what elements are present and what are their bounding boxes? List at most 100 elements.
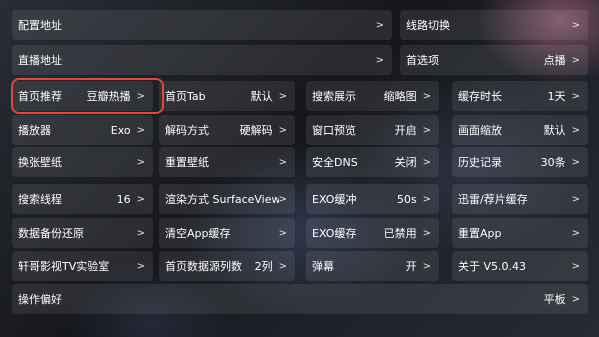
operation-preference-label: 操作偏好 <box>18 293 62 306</box>
chevron-right-icon: > <box>571 19 580 31</box>
chevron-right-icon: > <box>422 156 431 168</box>
window-preview-value: 开启 <box>394 124 417 137</box>
exo-buffer-value: 50s <box>396 192 417 206</box>
change-wallpaper-label: 换张壁纸 <box>18 156 62 169</box>
history-label: 历史记录 <box>458 156 502 169</box>
chevron-right-icon: > <box>136 124 145 136</box>
home-recommend-item[interactable]: 首页推荐 豆瓣热播 > <box>12 81 153 111</box>
decode-mode-item[interactable]: 解码方式 硬解码 > <box>159 115 295 145</box>
live-url-item[interactable]: 直播地址 > <box>12 45 392 75</box>
window-preview-item[interactable]: 窗口预览 开启 > <box>306 115 439 145</box>
line-switch-item[interactable]: 线路切换 > <box>400 10 588 40</box>
danmaku-item[interactable]: 弹幕 开 > <box>306 251 439 281</box>
cache-duration-item[interactable]: 缓存时长 1天 > <box>452 81 588 111</box>
chevron-right-icon: > <box>571 156 580 168</box>
decode-mode-label: 解码方式 <box>165 124 209 137</box>
render-mode-item[interactable]: 渲染方式 SurfaceView > <box>159 184 295 214</box>
source-columns-label: 首页数据源列数 <box>165 260 242 273</box>
history-item[interactable]: 历史记录 30条 > <box>452 147 588 177</box>
chevron-right-icon: > <box>571 293 580 305</box>
player-label: 播放器 <box>18 124 51 137</box>
backup-restore-item[interactable]: 数据备份还原 > <box>12 218 153 248</box>
chevron-right-icon: > <box>571 90 580 102</box>
chevron-right-icon: > <box>136 156 145 168</box>
chevron-right-icon: > <box>571 124 580 136</box>
cache-duration-label: 缓存时长 <box>458 90 502 103</box>
secure-dns-item[interactable]: 安全DNS 关闭 > <box>306 147 439 177</box>
chevron-right-icon: > <box>278 260 287 272</box>
exo-cache-value: 已禁用 <box>383 227 417 240</box>
chevron-right-icon: > <box>571 260 580 272</box>
about-item[interactable]: 关于 V5.0.43 > <box>452 251 588 281</box>
home-tab-value: 默认 <box>250 90 273 103</box>
reset-wallpaper-item[interactable]: 重置壁纸 > <box>159 147 295 177</box>
chevron-right-icon: > <box>422 193 431 205</box>
chevron-right-icon: > <box>375 54 384 66</box>
chevron-right-icon: > <box>422 227 431 239</box>
search-threads-value: 16 <box>116 192 131 206</box>
lab-item[interactable]: 轩哥影视TV实验室 > <box>12 251 153 281</box>
search-display-value: 缩略图 <box>383 90 417 103</box>
chevron-right-icon: > <box>571 193 580 205</box>
chevron-right-icon: > <box>136 90 145 102</box>
clear-cache-item[interactable]: 清空App缓存 > <box>159 218 295 248</box>
source-columns-item[interactable]: 首页数据源列数 2列 > <box>159 251 295 281</box>
live-url-label: 直播地址 <box>18 54 62 67</box>
render-mode-label: 渲染方式 SurfaceView <box>165 193 279 206</box>
operation-preference-value: 平板 <box>543 293 566 306</box>
cache-duration-value: 1天 <box>547 90 566 103</box>
player-value: Exo <box>110 123 131 137</box>
exo-buffer-label: EXO缓冲 <box>312 193 357 206</box>
screen-scale-label: 画面缩放 <box>458 124 502 137</box>
player-item[interactable]: 播放器 Exo > <box>12 115 153 145</box>
config-url-item[interactable]: 配置地址 > <box>12 10 392 40</box>
search-display-label: 搜索展示 <box>312 90 356 103</box>
backup-restore-label: 数据备份还原 <box>18 227 84 240</box>
home-option-label: 首选项 <box>406 54 439 67</box>
chevron-right-icon: > <box>136 227 145 239</box>
decode-mode-value: 硬解码 <box>239 124 273 137</box>
exo-cache-label: EXO缓存 <box>312 227 357 240</box>
home-tab-label: 首页Tab <box>165 90 206 103</box>
chevron-right-icon: > <box>136 260 145 272</box>
change-wallpaper-item[interactable]: 换张壁纸 > <box>12 147 153 177</box>
thunder-cache-label: 迅雷/荐片缓存 <box>458 193 528 206</box>
config-url-label: 配置地址 <box>18 19 62 32</box>
chevron-right-icon: > <box>571 54 580 66</box>
chevron-right-icon: > <box>422 260 431 272</box>
chevron-right-icon: > <box>278 124 287 136</box>
exo-cache-item[interactable]: EXO缓存 已禁用 > <box>306 218 439 248</box>
chevron-right-icon: > <box>422 124 431 136</box>
thunder-cache-item[interactable]: 迅雷/荐片缓存 > <box>452 184 588 214</box>
search-threads-label: 搜索线程 <box>18 193 62 206</box>
home-recommend-value: 豆瓣热播 <box>86 90 131 103</box>
line-switch-label: 线路切换 <box>406 19 450 32</box>
source-columns-value: 2列 <box>254 260 273 273</box>
secure-dns-value: 关闭 <box>394 156 417 169</box>
window-preview-label: 窗口预览 <box>312 124 356 137</box>
search-threads-item[interactable]: 搜索线程 16 > <box>12 184 153 214</box>
chevron-right-icon: > <box>571 227 580 239</box>
home-option-value: 点播 <box>543 54 566 67</box>
operation-preference-item[interactable]: 操作偏好 平板 > <box>12 284 588 314</box>
about-label: 关于 V5.0.43 <box>458 260 527 273</box>
exo-buffer-item[interactable]: EXO缓冲 50s > <box>306 184 439 214</box>
chevron-right-icon: > <box>136 193 145 205</box>
danmaku-value: 开 <box>405 260 417 273</box>
chevron-right-icon: > <box>422 90 431 102</box>
chevron-right-icon: > <box>278 227 287 239</box>
home-recommend-label: 首页推荐 <box>18 90 62 103</box>
screen-scale-item[interactable]: 画面缩放 默认 > <box>452 115 588 145</box>
secure-dns-label: 安全DNS <box>312 156 358 169</box>
screen-scale-value: 默认 <box>543 124 566 137</box>
home-tab-item[interactable]: 首页Tab 默认 > <box>159 81 295 111</box>
danmaku-label: 弹幕 <box>312 260 334 273</box>
chevron-right-icon: > <box>278 193 287 205</box>
reset-app-item[interactable]: 重置App > <box>452 218 588 248</box>
chevron-right-icon: > <box>278 90 287 102</box>
clear-cache-label: 清空App缓存 <box>165 227 231 240</box>
home-option-item[interactable]: 首选项 点播 > <box>400 45 588 75</box>
reset-wallpaper-label: 重置壁纸 <box>165 156 209 169</box>
search-display-item[interactable]: 搜索展示 缩略图 > <box>306 81 439 111</box>
lab-label: 轩哥影视TV实验室 <box>18 260 110 273</box>
